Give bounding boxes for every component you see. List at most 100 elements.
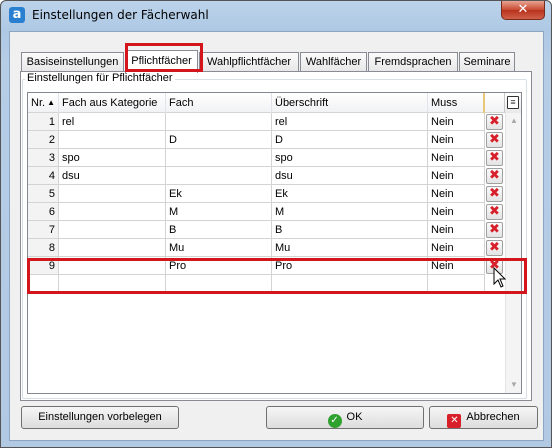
cell-muss[interactable]: Nein	[428, 167, 485, 185]
cell-ueberschrift[interactable]: rel	[272, 113, 428, 131]
tab-basiseinstellungen[interactable]: Basiseinstellungen	[21, 52, 124, 72]
checkmark-icon: ✓	[327, 414, 342, 428]
cell-fach[interactable]: D	[166, 131, 272, 149]
cell-nr[interactable]: 4	[28, 167, 59, 185]
cell-fach[interactable]: Ek	[166, 185, 272, 203]
column-header-fach[interactable]: Fach	[166, 93, 272, 113]
tab-wahlfaecher[interactable]: Wahlfächer	[300, 52, 367, 72]
table-row[interactable]: 1 rel rel Nein ✖	[28, 113, 506, 131]
tab-seminare[interactable]: Seminare	[459, 52, 515, 72]
cell-muss[interactable]: Nein	[428, 131, 485, 149]
cell-muss[interactable]: Nein	[428, 149, 485, 167]
cell-kategorie[interactable]	[59, 221, 166, 239]
cell-nr[interactable]: 5	[28, 185, 59, 203]
table-row[interactable]: 8 Mu Mu Nein ✖	[28, 239, 506, 257]
cell-fach[interactable]	[166, 149, 272, 167]
ok-label: OK	[346, 411, 363, 423]
cell-kategorie[interactable]: rel	[59, 113, 166, 131]
app-logo-icon: a	[9, 7, 25, 23]
delete-row-icon[interactable]: ✖	[486, 114, 503, 130]
cell-muss[interactable]: Nein	[428, 185, 485, 203]
delete-row-icon[interactable]: ✖	[486, 240, 503, 256]
delete-row-icon[interactable]: ✖	[486, 132, 503, 148]
cell-kategorie[interactable]	[59, 239, 166, 257]
cell-nr[interactable]: 7	[28, 221, 59, 239]
cell-nr[interactable]: 6	[28, 203, 59, 221]
cell-kategorie[interactable]	[59, 131, 166, 149]
cell-kategorie[interactable]	[59, 185, 166, 203]
cell-nr[interactable]: 1	[28, 113, 59, 131]
delete-row-icon[interactable]: ✖	[486, 150, 503, 166]
cell-fach[interactable]: Mu	[166, 239, 272, 257]
vertical-scrollbar[interactable]: ▲ ▼	[505, 113, 521, 393]
cell-nr[interactable]	[28, 275, 59, 293]
column-chooser-button[interactable]: ≡	[504, 93, 521, 113]
subjects-grid[interactable]: Nr. ▲ Fach aus Kategorie Fach Überschrift…	[27, 92, 522, 394]
column-header-ueberschrift[interactable]: Überschrift	[272, 93, 428, 113]
cell-muss[interactable]: Nein	[428, 203, 485, 221]
cell-fach[interactable]	[166, 275, 272, 293]
cell-ueberschrift[interactable]: Ek	[272, 185, 428, 203]
tab-pflichtfaecher[interactable]: Pflichtfächer	[125, 50, 198, 73]
delete-row-icon[interactable]: ✖	[486, 168, 503, 184]
column-header-nr[interactable]: Nr. ▲	[28, 93, 59, 113]
column-chooser-icon: ≡	[507, 96, 519, 109]
cell-ueberschrift[interactable]: dsu	[272, 167, 428, 185]
cell-fach[interactable]: M	[166, 203, 272, 221]
delete-row-icon[interactable]: ✖	[486, 186, 503, 202]
tab-fremdsprachen[interactable]: Fremdsprachen	[368, 52, 458, 72]
close-button[interactable]: ✕	[501, 1, 545, 20]
scroll-up-icon[interactable]: ▲	[506, 113, 521, 129]
cell-kategorie[interactable]	[59, 203, 166, 221]
mouse-cursor-icon	[493, 267, 507, 288]
cell-ueberschrift[interactable]: Mu	[272, 239, 428, 257]
cell-nr[interactable]: 9	[28, 257, 59, 275]
cell-muss[interactable]: Nein	[428, 239, 485, 257]
cell-fach[interactable]: Pro	[166, 257, 272, 275]
ok-button[interactable]: ✓ OK	[266, 406, 424, 429]
column-header-kategorie[interactable]: Fach aus Kategorie	[59, 93, 166, 113]
group-box-label: Einstellungen für Pflichtfächer	[25, 72, 175, 84]
cell-muss[interactable]	[428, 275, 485, 293]
tab-panel: Einstellungen für Pflichtfächer Nr. ▲ Fac…	[20, 71, 532, 401]
scroll-down-icon[interactable]: ▼	[506, 377, 521, 393]
tab-wahlpflichtfaecher[interactable]: Wahlpflichtfächer	[199, 52, 299, 72]
dialog-window: a Einstellungen der Fächerwahl ✕ Basisei…	[0, 0, 552, 448]
table-row[interactable]: 7 B B Nein ✖	[28, 221, 506, 239]
table-row[interactable]: 2 D D Nein ✖	[28, 131, 506, 149]
cell-kategorie[interactable]	[59, 275, 166, 293]
column-header-muss[interactable]: Muss	[428, 93, 485, 113]
table-row[interactable]: 9 Pro Pro Nein ✖	[28, 257, 506, 275]
cell-nr[interactable]: 2	[28, 131, 59, 149]
cell-ueberschrift[interactable]: B	[272, 221, 428, 239]
cell-muss[interactable]: Nein	[428, 257, 485, 275]
cell-muss[interactable]: Nein	[428, 221, 485, 239]
table-row[interactable]: 6 M M Nein ✖	[28, 203, 506, 221]
window-title: Einstellungen der Fächerwahl	[32, 8, 209, 22]
cell-muss[interactable]: Nein	[428, 113, 485, 131]
cell-kategorie[interactable]: dsu	[59, 167, 166, 185]
cell-ueberschrift[interactable]: Pro	[272, 257, 428, 275]
cell-ueberschrift[interactable]	[272, 275, 428, 293]
dialog-content: Basiseinstellungen Pflichtfächer Wahlpfl…	[9, 31, 544, 441]
cancel-icon: ✕	[447, 414, 462, 428]
cell-nr[interactable]: 3	[28, 149, 59, 167]
table-row[interactable]	[28, 275, 506, 293]
cancel-button[interactable]: ✕ Abbrechen	[429, 406, 538, 429]
cell-fach[interactable]	[166, 113, 272, 131]
defaults-button[interactable]: Einstellungen vorbelegen	[21, 406, 179, 429]
cell-nr[interactable]: 8	[28, 239, 59, 257]
title-bar[interactable]: a Einstellungen der Fächerwahl ✕	[1, 1, 551, 29]
cell-ueberschrift[interactable]: M	[272, 203, 428, 221]
table-row[interactable]: 3 spo spo Nein ✖	[28, 149, 506, 167]
table-row[interactable]: 5 Ek Ek Nein ✖	[28, 185, 506, 203]
table-row[interactable]: 4 dsu dsu Nein ✖	[28, 167, 506, 185]
delete-row-icon[interactable]: ✖	[486, 204, 503, 220]
cell-ueberschrift[interactable]: spo	[272, 149, 428, 167]
cell-fach[interactable]: B	[166, 221, 272, 239]
delete-row-icon[interactable]: ✖	[486, 222, 503, 238]
cell-ueberschrift[interactable]: D	[272, 131, 428, 149]
cell-fach[interactable]	[166, 167, 272, 185]
cell-kategorie[interactable]: spo	[59, 149, 166, 167]
cell-kategorie[interactable]	[59, 257, 166, 275]
